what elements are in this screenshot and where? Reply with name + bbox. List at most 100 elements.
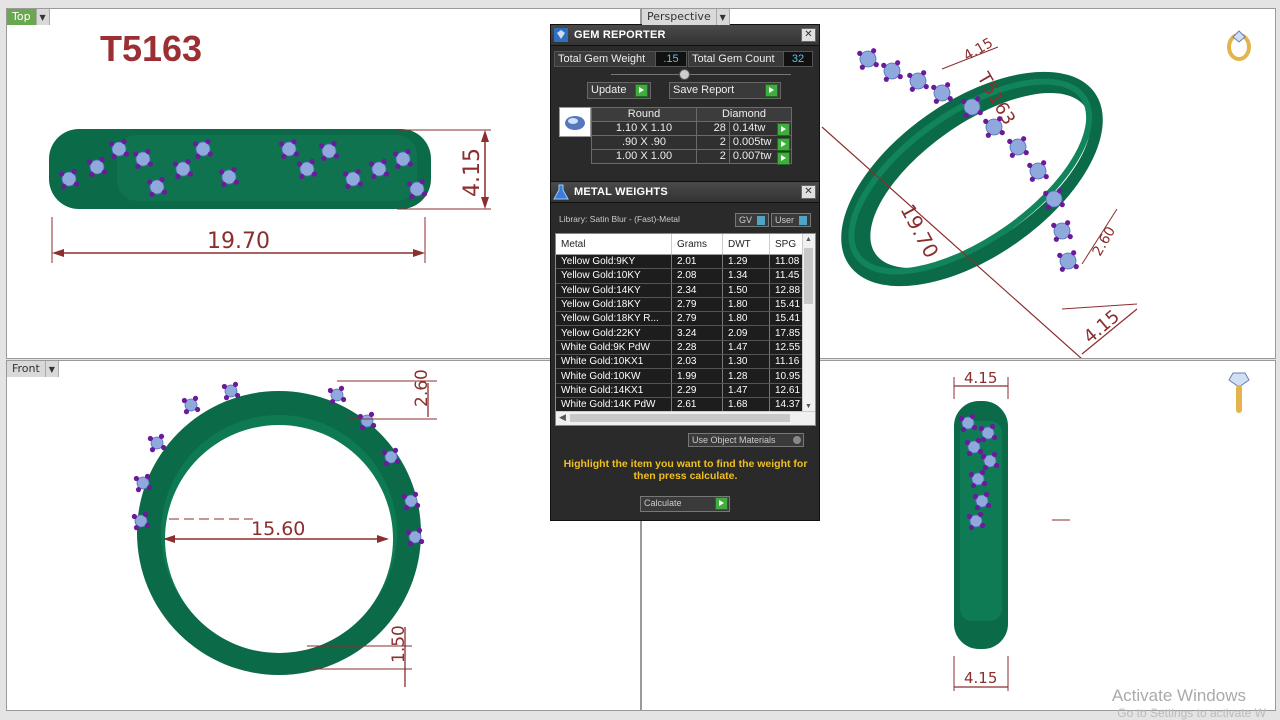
- cell-metal: Yellow Gold:18KY R...: [556, 311, 672, 327]
- table-row[interactable]: Yellow Gold:10KY 2.08 1.34 11.45: [556, 268, 815, 284]
- dimension-label-width: 4.15: [1080, 306, 1124, 348]
- table-row[interactable]: Yellow Gold:18KY R... 2.79 1.80 15.41: [556, 311, 815, 327]
- use-object-materials-label: Use Object Materials: [692, 435, 776, 445]
- update-button[interactable]: Update: [587, 82, 651, 99]
- dimension-label-inner: 15.60: [251, 518, 305, 540]
- cell-metal: Yellow Gold:22KY: [556, 325, 672, 341]
- use-object-materials-toggle[interactable]: Use Object Materials: [688, 433, 804, 447]
- save-report-button-label: Save Report: [673, 84, 735, 96]
- column-header-dwt[interactable]: DWT: [722, 234, 770, 255]
- close-icon[interactable]: ✕: [801, 28, 816, 42]
- gem-report-icon: [552, 26, 570, 44]
- viewport-front-tab[interactable]: Front ▼: [7, 361, 59, 377]
- dimension-label-side: 2.60: [1090, 224, 1119, 259]
- cell-grams: 1.99: [671, 368, 723, 384]
- pendant-icon[interactable]: [1228, 372, 1250, 413]
- ring-icon[interactable]: [1227, 30, 1251, 61]
- chevron-down-icon[interactable]: ▼: [716, 9, 730, 25]
- viewport-front[interactable]: Front ▼ 15.60 2.60 1.50: [6, 360, 641, 711]
- cell-dwt: 1.80: [722, 297, 770, 313]
- chevron-down-icon[interactable]: ▼: [805, 403, 812, 410]
- toggle-icon: [756, 216, 765, 226]
- gem-reporter-header: GEM REPORTER ✕: [551, 25, 819, 46]
- scroll-thumb[interactable]: [804, 248, 813, 304]
- horizontal-scrollbar[interactable]: ◀: [556, 411, 815, 425]
- cell-grams: 2.29: [671, 383, 723, 398]
- dimension-label-height: 4.15: [460, 148, 485, 197]
- dimension-label-bottom: 1.50: [389, 625, 409, 663]
- cell-grams: 2.79: [671, 297, 723, 313]
- close-icon[interactable]: ✕: [801, 185, 816, 199]
- cell-dwt: 1.68: [722, 397, 770, 413]
- table-row[interactable]: White Gold:14K PdW 2.61 1.68 14.37: [556, 397, 815, 413]
- select-row-button[interactable]: [777, 123, 790, 136]
- select-row-button[interactable]: [777, 152, 790, 165]
- panel-slider[interactable]: [611, 74, 791, 75]
- activate-windows-subtext: Go to Settings to activate W: [1117, 706, 1266, 720]
- table-row[interactable]: White Gold:10KW 1.99 1.28 10.95: [556, 368, 815, 384]
- ring-perspective-view: [841, 71, 1103, 287]
- column-header-metal[interactable]: Metal: [556, 234, 672, 255]
- gem-count: 28: [696, 121, 730, 136]
- scroll-thumb[interactable]: [570, 414, 790, 422]
- table-row[interactable]: White Gold:14KX1 2.29 1.47 12.61: [556, 383, 815, 398]
- viewport-top-tab[interactable]: Top ▼: [7, 9, 50, 25]
- table-row[interactable]: Yellow Gold:18KY 2.79 1.80 15.41: [556, 297, 815, 313]
- cell-metal: Yellow Gold:18KY: [556, 297, 672, 313]
- cell-dwt: 1.34: [722, 268, 770, 284]
- slider-handle[interactable]: [679, 69, 690, 80]
- cell-metal: Yellow Gold:10KY: [556, 268, 672, 284]
- toggle-icon: [798, 216, 807, 226]
- cell-grams: 2.34: [671, 283, 723, 298]
- toggle-icon: [793, 436, 801, 444]
- table-row[interactable]: White Gold:9K PdW 2.28 1.47 12.55: [556, 340, 815, 356]
- user-toggle[interactable]: User: [771, 213, 811, 227]
- calculate-button[interactable]: Calculate: [640, 496, 730, 512]
- gem-reporter-title: GEM REPORTER: [574, 29, 666, 41]
- dimension-label-bottom: 4.15: [964, 669, 997, 687]
- total-gem-weight-label: Total Gem Weight: [554, 51, 657, 67]
- cell-dwt: 2.09: [722, 325, 770, 341]
- table-row[interactable]: Yellow Gold:9KY 2.01 1.29 11.08: [556, 254, 815, 270]
- table-row[interactable]: Yellow Gold:14KY 2.34 1.50 12.88: [556, 283, 815, 298]
- save-report-button[interactable]: Save Report: [669, 82, 781, 99]
- viewport-top[interactable]: Top ▼ T5163 4.15 19.70: [6, 8, 641, 359]
- table-row[interactable]: 1.10 X 1.10 28 0.14tw: [591, 121, 793, 136]
- model-title: T5163: [100, 28, 202, 69]
- column-header-grams[interactable]: Grams: [671, 234, 723, 255]
- cell-metal: Yellow Gold:14KY: [556, 283, 672, 298]
- gv-label: GV: [739, 215, 753, 225]
- gem-count: 2: [696, 149, 730, 164]
- vertical-scrollbar[interactable]: ▲ ▼: [802, 234, 815, 412]
- table-row[interactable]: 1.00 X 1.00 2 0.007tw: [591, 149, 793, 164]
- play-icon: [765, 84, 778, 97]
- chevron-left-icon[interactable]: ◀: [559, 412, 566, 423]
- play-icon: [715, 497, 728, 510]
- table-row[interactable]: .90 X .90 2 0.005tw: [591, 135, 793, 150]
- table-row[interactable]: White Gold:10KX1 2.03 1.30 11.16: [556, 354, 815, 370]
- table-row[interactable]: Yellow Gold:22KY 3.24 2.09 17.85: [556, 325, 815, 341]
- gv-toggle[interactable]: GV: [735, 213, 769, 227]
- metal-weights-title: METAL WEIGHTS: [574, 186, 668, 198]
- chevron-up-icon[interactable]: ▲: [805, 236, 812, 243]
- gem-size: 1.00 X 1.00: [591, 149, 697, 164]
- viewport-perspective-tab[interactable]: Perspective ▼: [642, 9, 730, 25]
- cell-dwt: 1.50: [722, 283, 770, 298]
- metal-weights-panel: METAL WEIGHTS ✕ Library: Satin Blur - (F…: [550, 181, 820, 521]
- chevron-down-icon[interactable]: ▼: [45, 361, 59, 377]
- cell-grams: 2.08: [671, 268, 723, 284]
- top-view-canvas: T5163 4.15 19.70: [49, 28, 491, 263]
- cell-grams: 2.79: [671, 311, 723, 327]
- cell-dwt: 1.29: [722, 254, 770, 270]
- metal-weights-table[interactable]: Metal Grams DWT SPG Yellow Gold:9KY 2.01 1…: [555, 233, 816, 426]
- cell-grams: 2.28: [671, 340, 723, 356]
- metal-weights-header: METAL WEIGHTS ✕: [551, 182, 819, 203]
- select-row-button[interactable]: [777, 138, 790, 151]
- cell-grams: 2.61: [671, 397, 723, 413]
- cell-metal: White Gold:10KX1: [556, 354, 672, 370]
- gem-count: 2: [696, 135, 730, 150]
- gem-table-header-shape: Round: [591, 107, 697, 122]
- chevron-down-icon[interactable]: ▼: [36, 9, 50, 25]
- cell-metal: White Gold:9K PdW: [556, 340, 672, 356]
- front-view-canvas: 15.60 2.60 1.50: [131, 369, 437, 687]
